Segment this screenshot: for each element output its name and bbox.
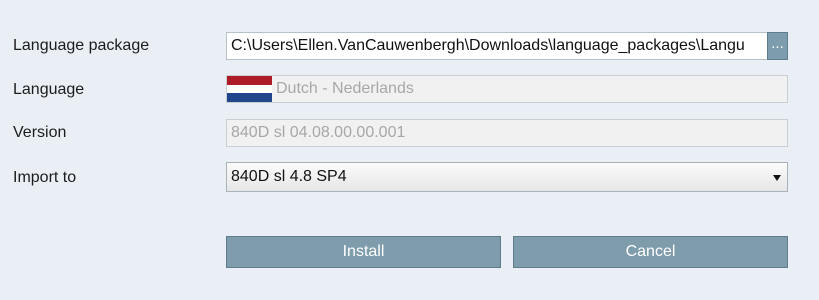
- browse-button[interactable]: ...: [767, 32, 788, 60]
- language-field: Dutch - Nederlands: [226, 75, 788, 103]
- language-package-label: Language package: [13, 37, 150, 54]
- cancel-button[interactable]: Cancel: [513, 236, 788, 268]
- netherlands-flag-icon: [227, 76, 272, 102]
- language-package-path-input[interactable]: C:\Users\Ellen.VanCauwenbergh\Downloads\…: [226, 32, 768, 60]
- import-to-label: Import to: [13, 169, 77, 186]
- version-field: 840D sl 04.08.00.00.001: [226, 119, 788, 147]
- install-button[interactable]: Install: [226, 236, 501, 268]
- import-to-select[interactable]: 840D sl 4.8 SP4: [226, 162, 788, 192]
- language-label: Language: [13, 81, 85, 98]
- language-value: Dutch - Nederlands: [276, 80, 414, 97]
- import-to-selected-value: 840D sl 4.8 SP4: [231, 168, 347, 185]
- version-label: Version: [13, 124, 67, 141]
- chevron-down-icon[interactable]: [773, 175, 781, 181]
